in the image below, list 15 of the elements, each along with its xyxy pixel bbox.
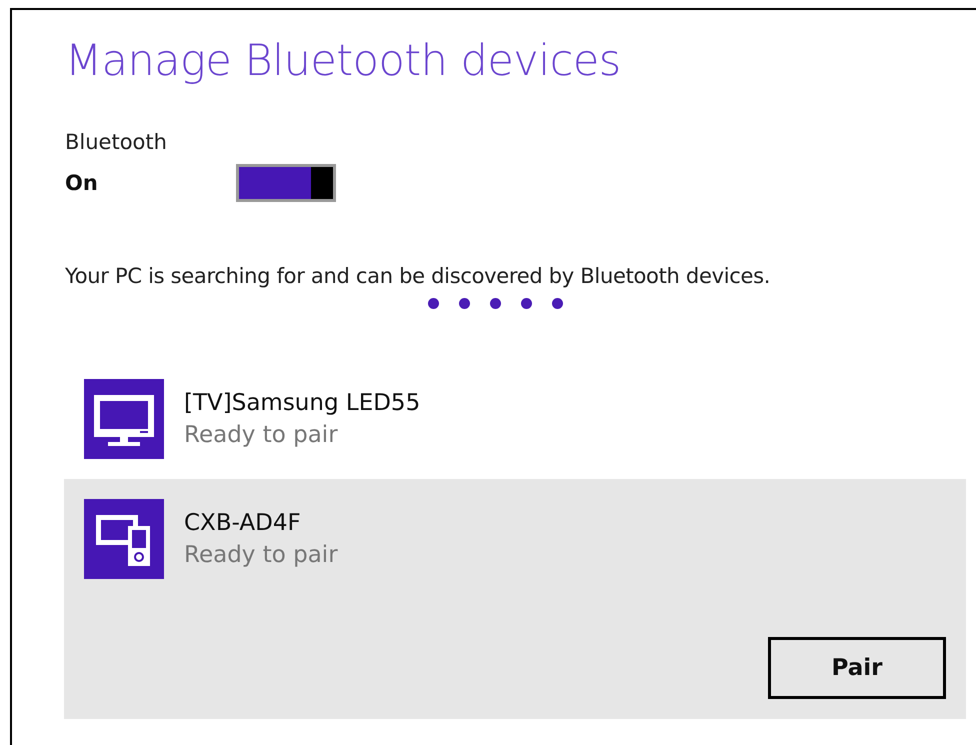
bluetooth-label: Bluetooth	[65, 130, 168, 154]
device-status: Ready to pair	[184, 422, 339, 448]
device-item-selected[interactable]: CXB-AD4F Ready to pair Pair	[64, 479, 966, 719]
device-name: [TV]Samsung LED55	[184, 390, 420, 416]
toggle-state-text: On	[65, 171, 99, 195]
bluetooth-toggle[interactable]	[236, 164, 336, 202]
progress-dots-icon	[428, 298, 563, 309]
status-text: Your PC is searching for and can be discovered by Bluetooth devices.	[65, 264, 772, 288]
devices-icon	[84, 499, 164, 579]
monitor-icon	[84, 379, 164, 459]
pair-button[interactable]: Pair	[768, 637, 946, 699]
device-item[interactable]: [TV]Samsung LED55 Ready to pair	[64, 359, 966, 479]
device-name: CXB-AD4F	[184, 510, 302, 536]
device-status: Ready to pair	[184, 542, 338, 568]
page-title: Manage Bluetooth devices	[65, 36, 622, 86]
